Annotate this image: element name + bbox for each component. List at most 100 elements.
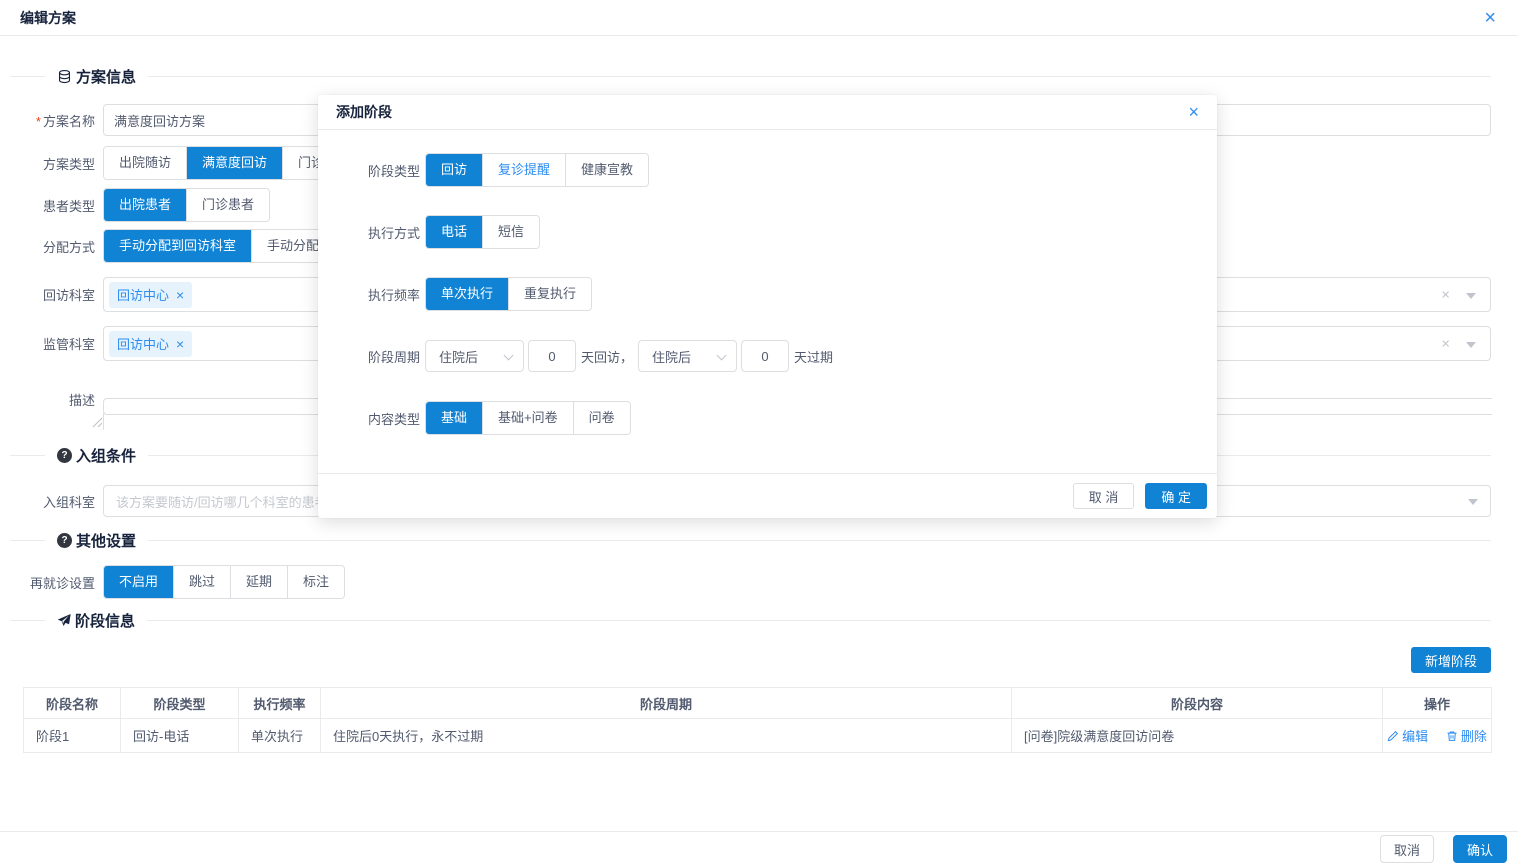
exec-freq-group: 单次执行 重复执行 — [425, 277, 592, 311]
content-type-option-questionnaire[interactable]: 问卷 — [573, 402, 630, 434]
plan-type-label: 方案类型 — [0, 154, 103, 173]
caret-down-icon[interactable] — [1466, 293, 1476, 299]
clear-icon[interactable]: × — [1441, 287, 1450, 302]
assign-method-group: 手动分配到回访科室 手动分配到 — [103, 229, 348, 263]
cell-exec-freq: 单次执行 — [239, 719, 321, 753]
stage-table-header-row: 阶段名称 阶段类型 执行频率 阶段周期 阶段内容 操作 — [24, 688, 1492, 719]
clear-icon[interactable]: × — [1441, 336, 1450, 351]
stage-type-option-followup[interactable]: 回访 — [426, 154, 482, 186]
tag-remove-icon[interactable]: × — [176, 337, 184, 351]
close-icon[interactable]: × — [1484, 8, 1498, 28]
visit-days-input[interactable] — [528, 340, 576, 372]
chevron-down-icon — [717, 351, 727, 361]
section-plan-info: 方案信息 — [0, 64, 1518, 88]
revisit-setting-option-mark[interactable]: 标注 — [287, 566, 344, 598]
assign-method-label: 分配方式 — [0, 237, 103, 256]
stage-type-row: 阶段类型 回访 复诊提醒 健康宣教 — [318, 153, 1217, 187]
section-title-plan-info: 方案信息 — [76, 66, 136, 87]
plan-type-option-discharge-followup[interactable]: 出院随访 — [104, 147, 186, 179]
table-row: 阶段1 回访-电话 单次执行 住院后0天执行，永不过期 [问卷]院级满意度回访问… — [24, 719, 1492, 753]
revisit-setting-group: 不启用 跳过 延期 标注 — [103, 565, 345, 599]
enroll-dept-placeholder: 该方案要随访/回访哪几个科室的患者 — [116, 492, 328, 511]
exec-freq-label: 执行频率 — [318, 285, 425, 304]
col-stage-name: 阶段名称 — [24, 688, 121, 719]
trash-icon — [1446, 730, 1458, 742]
send-icon — [57, 613, 71, 627]
cell-stage-content: [问卷]院级满意度回访问卷 — [1012, 719, 1383, 753]
exec-freq-option-once[interactable]: 单次执行 — [426, 278, 508, 310]
edit-link[interactable]: 编辑 — [1387, 726, 1428, 745]
modal-header: 添加阶段 × — [318, 95, 1217, 130]
caret-down-icon[interactable] — [1466, 342, 1476, 348]
stage-table: 阶段名称 阶段类型 执行频率 阶段周期 阶段内容 操作 阶段1 回访-电话 单次… — [23, 687, 1492, 753]
exec-method-option-phone[interactable]: 电话 — [426, 216, 482, 248]
section-title-other: 其他设置 — [76, 530, 136, 551]
assign-method-option-dept[interactable]: 手动分配到回访科室 — [104, 230, 251, 262]
stage-type-option-revisit-reminder[interactable]: 复诊提醒 — [482, 154, 565, 186]
edit-plan-dialog: 编辑方案 × 方案信息 *方案名称 方案类型 — [0, 0, 1518, 36]
delete-link[interactable]: 删除 — [1446, 726, 1487, 745]
caret-down-icon[interactable] — [1468, 499, 1478, 505]
exec-freq-row: 执行频率 单次执行 重复执行 — [318, 277, 1217, 311]
question-icon: ? — [57, 448, 72, 463]
section-title-stage: 阶段信息 — [75, 610, 135, 631]
revisit-dept-label: 回访科室 — [0, 285, 103, 304]
revisit-setting-option-skip[interactable]: 跳过 — [173, 566, 230, 598]
plan-type-group: 出院随访 满意度回访 门诊 — [103, 146, 340, 180]
patient-type-option-discharged[interactable]: 出院患者 — [104, 189, 186, 221]
revisit-setting-row: 再就诊设置 不启用 跳过 延期 标注 — [0, 565, 1518, 599]
exec-freq-option-repeat[interactable]: 重复执行 — [508, 278, 591, 310]
add-stage-row: 新增阶段 — [0, 647, 1518, 673]
expire-days-input[interactable] — [741, 340, 789, 372]
cell-stage-cycle: 住院后0天执行，永不过期 — [321, 719, 1012, 753]
stage-cycle-label: 阶段周期 — [318, 347, 425, 366]
tag-remove-icon[interactable]: × — [176, 288, 184, 302]
revisit-setting-label: 再就诊设置 — [0, 573, 103, 592]
resize-handle-icon[interactable] — [91, 416, 102, 427]
supervise-dept-label: 监管科室 — [0, 334, 103, 353]
expire-ref-value: 住院后 — [652, 347, 691, 366]
patient-type-option-outpatient[interactable]: 门诊患者 — [186, 189, 269, 221]
pencil-icon — [1387, 730, 1399, 742]
section-other: ? 其他设置 — [0, 528, 1518, 552]
visit-days-suffix: 天回访， — [581, 347, 633, 366]
modal-close-icon[interactable]: × — [1188, 103, 1199, 121]
plan-type-option-satisfaction[interactable]: 满意度回访 — [186, 147, 282, 179]
add-stage-button[interactable]: 新增阶段 — [1411, 647, 1491, 673]
stage-type-group: 回访 复诊提醒 健康宣教 — [425, 153, 649, 187]
modal-confirm-button[interactable]: 确 定 — [1145, 483, 1207, 509]
modal-cancel-button[interactable]: 取 消 — [1073, 483, 1135, 509]
exec-method-option-sms[interactable]: 短信 — [482, 216, 539, 248]
content-type-option-basic-questionnaire[interactable]: 基础+问卷 — [482, 402, 573, 434]
modal-title: 添加阶段 — [336, 102, 392, 122]
col-stage-type: 阶段类型 — [121, 688, 239, 719]
modal-footer: 取 消 确 定 — [318, 473, 1217, 518]
col-exec-freq: 执行频率 — [239, 688, 321, 719]
question-icon: ? — [57, 533, 72, 548]
stage-type-option-health-edu[interactable]: 健康宣教 — [565, 154, 648, 186]
chevron-down-icon — [504, 351, 514, 361]
col-stage-cycle: 阶段周期 — [321, 688, 1012, 719]
content-type-row: 内容类型 基础 基础+问卷 问卷 — [318, 401, 1217, 435]
visit-ref-select[interactable]: 住院后 — [425, 340, 524, 372]
exec-method-row: 执行方式 电话 短信 — [318, 215, 1217, 249]
revisit-dept-tag: 回访中心 × — [109, 282, 192, 308]
add-stage-modal: 添加阶段 × 阶段类型 回访 复诊提醒 健康宣教 执行方式 电话 短信 — [318, 95, 1217, 518]
patient-type-group: 出院患者 门诊患者 — [103, 188, 270, 222]
dialog-titlebar: 编辑方案 × — [0, 0, 1518, 36]
content-type-label: 内容类型 — [318, 409, 425, 428]
cancel-button[interactable]: 取消 — [1380, 835, 1434, 863]
content-type-option-basic[interactable]: 基础 — [426, 402, 482, 434]
col-stage-content: 阶段内容 — [1012, 688, 1383, 719]
revisit-setting-option-delay[interactable]: 延期 — [230, 566, 287, 598]
content-type-group: 基础 基础+问卷 问卷 — [425, 401, 631, 435]
expire-ref-select[interactable]: 住院后 — [638, 340, 737, 372]
exec-method-group: 电话 短信 — [425, 215, 540, 249]
stage-cycle-row: 阶段周期 住院后 天回访， 住院后 天过期 — [318, 339, 1217, 373]
dialog-title: 编辑方案 — [20, 8, 76, 28]
supervise-dept-tag: 回访中心 × — [109, 331, 192, 357]
confirm-button[interactable]: 确认 — [1453, 835, 1507, 863]
revisit-setting-option-disabled[interactable]: 不启用 — [104, 566, 173, 598]
required-mark: * — [36, 114, 41, 129]
exec-method-label: 执行方式 — [318, 223, 425, 242]
